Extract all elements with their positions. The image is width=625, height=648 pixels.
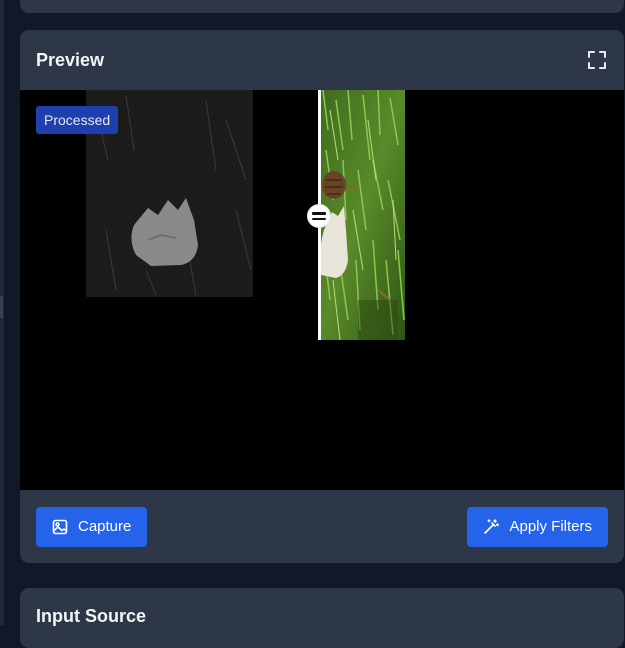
image-icon — [52, 519, 68, 534]
processed-badge: Processed — [36, 106, 119, 134]
previous-card — [20, 0, 624, 13]
capture-label: Capture — [78, 518, 132, 535]
preview-header: Preview — [20, 30, 624, 90]
input-source-title: Input Source — [36, 606, 147, 626]
magic-wand-icon — [484, 518, 500, 534]
sidebar-resize-notch[interactable] — [0, 296, 3, 318]
preview-actions: Capture Apply Filters — [20, 490, 624, 563]
preview-stage[interactable]: Processed — [20, 90, 624, 490]
apply-filters-label: Apply Filters — [509, 518, 592, 535]
capture-button[interactable]: Capture — [36, 506, 148, 547]
fullscreen-icon[interactable] — [586, 49, 608, 71]
preview-title: Preview — [36, 49, 105, 70]
original-image — [318, 90, 405, 340]
preview-panel: Preview Processed Capture Apply Filters — [20, 30, 624, 563]
drag-handle-icon[interactable] — [307, 204, 331, 228]
input-source-panel: Input Source — [20, 588, 624, 648]
apply-filters-button[interactable]: Apply Filters — [467, 506, 608, 547]
